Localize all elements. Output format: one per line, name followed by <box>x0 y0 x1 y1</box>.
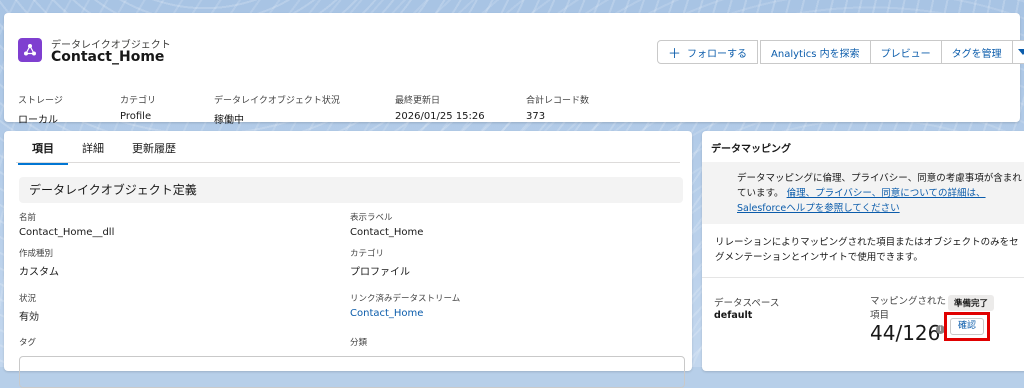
field-creation-type: 作成種別 カスタム <box>19 247 59 278</box>
field-display-label-label: 表示ラベル <box>350 213 393 223</box>
main-panel: 項目 詳細 更新履歴 データレイクオブジェクト定義 名前 Contact_Hom… <box>4 131 692 388</box>
meta-storage-label: ストレージ <box>18 96 63 106</box>
tab-divider <box>16 162 680 163</box>
meta-storage-value: ローカル <box>18 115 58 126</box>
meta-record-count-value: 373 <box>526 111 546 122</box>
data-mapping-title: データマッピング <box>711 144 791 155</box>
field-linked-stream: リンク済みデータストリーム Contact_Home <box>350 292 460 319</box>
field-category-label: カテゴリ <box>350 249 385 259</box>
meta-category-value: Profile <box>120 111 152 122</box>
field-category: カテゴリ プロファイル <box>350 247 410 278</box>
linked-stream-link[interactable]: Contact_Home <box>350 308 460 319</box>
meta-last-modified-label: 最終更新日 <box>395 96 441 106</box>
dataspace-label: データスペース <box>714 298 780 309</box>
meta-last-modified-value: 2026/01/25 15:26 <box>395 111 485 122</box>
chevron-down-icon <box>1017 49 1024 55</box>
field-name: 名前 Contact_Home__dll <box>19 211 114 238</box>
field-classification: 分類 <box>350 336 367 348</box>
field-category-value: プロファイル <box>350 267 410 278</box>
field-status-value: 有効 <box>19 312 39 323</box>
mapping-description: リレーションによりマッピングされた項目またはオブジェクトのみをセグメンテーション… <box>715 237 1019 263</box>
field-display-label-value: Contact_Home <box>350 227 424 238</box>
fields-table-container <box>19 356 685 388</box>
field-tags-label: タグ <box>19 338 37 348</box>
field-creation-type-value: カスタム <box>19 267 59 278</box>
field-creation-type-label: 作成種別 <box>19 249 54 259</box>
preview-button[interactable]: プレビュー <box>869 40 942 64</box>
follow-button-label: フォローする <box>687 48 748 60</box>
field-status: 状況 有効 <box>19 292 39 323</box>
dataspace-value: default <box>714 310 753 321</box>
divider <box>702 277 1024 278</box>
section-header[interactable]: データレイクオブジェクト定義 <box>19 177 683 203</box>
field-name-value: Contact_Home__dll <box>19 227 115 238</box>
field-name-label: 名前 <box>19 213 37 223</box>
info-banner: データマッピングに倫理、プライバシー、同意の考慮事項が含まれています。 倫理、プ… <box>702 162 1024 224</box>
page-title: Contact_Home <box>51 49 165 65</box>
meta-status-value: 稼働中 <box>214 115 244 126</box>
data-mapping-panel: データマッピング データマッピングに倫理、プライバシー、同意の考慮事項が含まれて… <box>702 131 1024 371</box>
meta-status: データレイクオブジェクト状況 稼働中 <box>214 93 340 126</box>
field-classification-label: 分類 <box>350 338 368 348</box>
status-badge: 準備完了 <box>948 295 995 311</box>
field-linked-stream-label: リンク済みデータストリーム <box>350 294 461 304</box>
highlight-box: 確認 <box>944 312 990 341</box>
confirm-button[interactable]: 確認 <box>950 318 984 335</box>
record-header: データレイクオブジェクト Contact_Home ＋ フォローする Analy… <box>4 13 1024 126</box>
field-status-label: 状況 <box>19 294 37 304</box>
more-actions-button[interactable] <box>1011 40 1024 64</box>
meta-category-label: カテゴリ <box>120 96 157 106</box>
mapped-count: 44/126 <box>870 321 941 345</box>
info-banner-text: データマッピングに倫理、プライバシー、同意の考慮事項が含まれています。 倫理、プ… <box>737 171 1024 216</box>
data-lake-object-icon <box>18 38 42 62</box>
analytics-explore-button[interactable]: Analytics 内を探索 <box>760 40 871 64</box>
manage-tags-button[interactable]: タグを管理 <box>940 40 1013 64</box>
meta-record-count-label: 合計レコード数 <box>526 96 590 106</box>
plus-icon: ＋ <box>668 46 682 62</box>
follow-button[interactable]: ＋ フォローする <box>657 40 759 64</box>
meta-category: カテゴリ Profile <box>120 93 156 122</box>
meta-storage: ストレージ ローカル <box>18 93 63 126</box>
meta-status-label: データレイクオブジェクト状況 <box>214 96 340 106</box>
mapped-fields-label: マッピングされた項目 <box>870 296 947 321</box>
header-actions: ＋ フォローする Analytics 内を探索 プレビュー タグを管理 <box>657 40 1024 64</box>
field-tags: タグ <box>19 336 36 348</box>
meta-last-modified: 最終更新日 2026/01/25 15:26 <box>395 93 485 122</box>
meta-record-count: 合計レコード数 373 <box>526 93 589 122</box>
field-display-label: 表示ラベル Contact_Home <box>350 211 423 238</box>
